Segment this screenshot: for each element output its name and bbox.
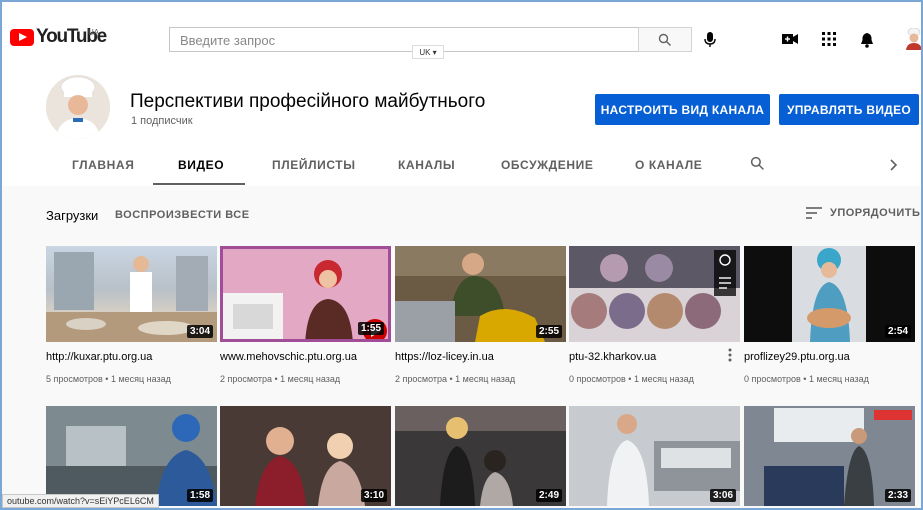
search-input[interactable]: Введите запрос <box>169 27 638 52</box>
keyboard-language-indicator[interactable]: UK ▾ <box>412 45 444 59</box>
browser-frame: YouTube UA Введите запрос UK ▾ Перспекти… <box>0 0 923 510</box>
video-duration: 3:04 <box>186 325 213 338</box>
video-meta: 2 просмотра • 1 месяц назад <box>395 374 516 384</box>
video-duration: 2:49 <box>535 489 562 502</box>
search-button[interactable] <box>638 27 692 52</box>
video-duration: 2:55 <box>535 325 562 338</box>
video-duration: 3:10 <box>360 489 387 502</box>
country-code: UA <box>88 28 100 37</box>
top-bar: YouTube UA Введите запрос UK ▾ <box>2 2 923 64</box>
video-thumbnail[interactable]: 2:33 <box>744 406 915 506</box>
channel-title: Перспективи професійного майбутнього <box>130 91 486 112</box>
more-options-icon[interactable] <box>728 348 732 362</box>
video-thumbnail[interactable]: 1:58 <box>46 406 217 506</box>
video-duration: 2:54 <box>884 325 911 338</box>
video-meta: 0 просмотров • 1 месяц назад <box>569 374 694 384</box>
video-meta: 2 просмотра • 1 месяц назад <box>220 374 341 384</box>
status-bar-url: outube.com/watch?v=sEiYPcEL6CM <box>2 494 159 508</box>
apps-grid-icon[interactable] <box>822 32 836 46</box>
video-thumbnail[interactable]: 1:55 <box>220 246 391 342</box>
video-title[interactable]: www.mehovschic.ptu.org.ua <box>220 351 357 363</box>
keyboard-language-label: UK <box>419 47 431 57</box>
tab-home[interactable]: ГЛАВНАЯ <box>72 158 134 172</box>
thumbnail-image <box>569 246 740 342</box>
channel-avatar[interactable] <box>46 75 110 139</box>
sort-button[interactable]: УПОРЯДОЧИТЬ <box>806 207 920 219</box>
manage-videos-button[interactable]: УПРАВЛЯТЬ ВИДЕО <box>779 94 919 125</box>
notifications-bell-icon[interactable] <box>860 32 874 48</box>
video-title[interactable]: ptu-32.kharkov.ua <box>569 351 656 363</box>
video-meta: 5 просмотров • 1 месяц назад <box>46 374 171 384</box>
tab-about[interactable]: О КАНАЛЕ <box>635 158 702 172</box>
tab-channels[interactable]: КАНАЛЫ <box>398 158 455 172</box>
chef-avatar-icon <box>46 75 110 139</box>
search-icon <box>658 33 671 46</box>
video-thumbnail[interactable]: 2:49 <box>395 406 566 506</box>
create-video-icon[interactable] <box>782 32 798 46</box>
play-all-link[interactable]: ВОСПРОИЗВЕСТИ ВСЕ <box>115 209 250 221</box>
channel-search-icon[interactable] <box>750 156 765 171</box>
video-thumbnail[interactable]: 2:55 <box>395 246 566 342</box>
video-title[interactable]: https://loz-licey.in.ua <box>395 351 494 363</box>
video-duration: 2:33 <box>884 489 911 502</box>
video-thumbnail[interactable]: 3:06 <box>569 406 740 506</box>
active-tab-indicator <box>153 183 245 185</box>
play-logo-icon <box>10 28 34 46</box>
video-title[interactable]: http://kuxar.ptu.org.ua <box>46 351 152 363</box>
video-duration: 1:55 <box>357 322 384 335</box>
video-duration: 1:58 <box>186 489 213 502</box>
channel-header: Перспективи професійного майбутнього 1 п… <box>2 64 921 186</box>
subscriber-count: 1 подписчик <box>131 115 193 127</box>
video-thumbnail[interactable] <box>569 246 740 342</box>
microphone-icon[interactable] <box>703 31 717 49</box>
customize-channel-button[interactable]: НАСТРОИТЬ ВИД КАНАЛА <box>595 94 770 125</box>
video-thumbnail[interactable]: 3:04 <box>46 246 217 342</box>
chevron-right-icon[interactable] <box>890 159 898 171</box>
tab-discussion[interactable]: ОБСУЖДЕНИЕ <box>501 158 593 172</box>
video-thumbnail[interactable]: 3:10 <box>220 406 391 506</box>
uploads-title: Загрузки <box>46 208 99 223</box>
tab-videos[interactable]: ВИДЕО <box>178 158 224 172</box>
video-meta: 0 просмотров • 1 месяц назад <box>744 374 869 384</box>
account-avatar-icon[interactable] <box>904 28 923 50</box>
sort-icon <box>806 207 822 219</box>
channel-tabs: ГЛАВНАЯ ВИДЕО ПЛЕЙЛИСТЫ КАНАЛЫ ОБСУЖДЕНИ… <box>2 146 921 186</box>
tab-playlists[interactable]: ПЛЕЙЛИСТЫ <box>272 158 356 172</box>
video-thumbnail[interactable]: 2:54 <box>744 246 915 342</box>
video-title[interactable]: proflizey29.ptu.org.ua <box>744 351 850 363</box>
video-duration: 3:06 <box>709 489 736 502</box>
sort-label: УПОРЯДОЧИТЬ <box>830 207 921 219</box>
